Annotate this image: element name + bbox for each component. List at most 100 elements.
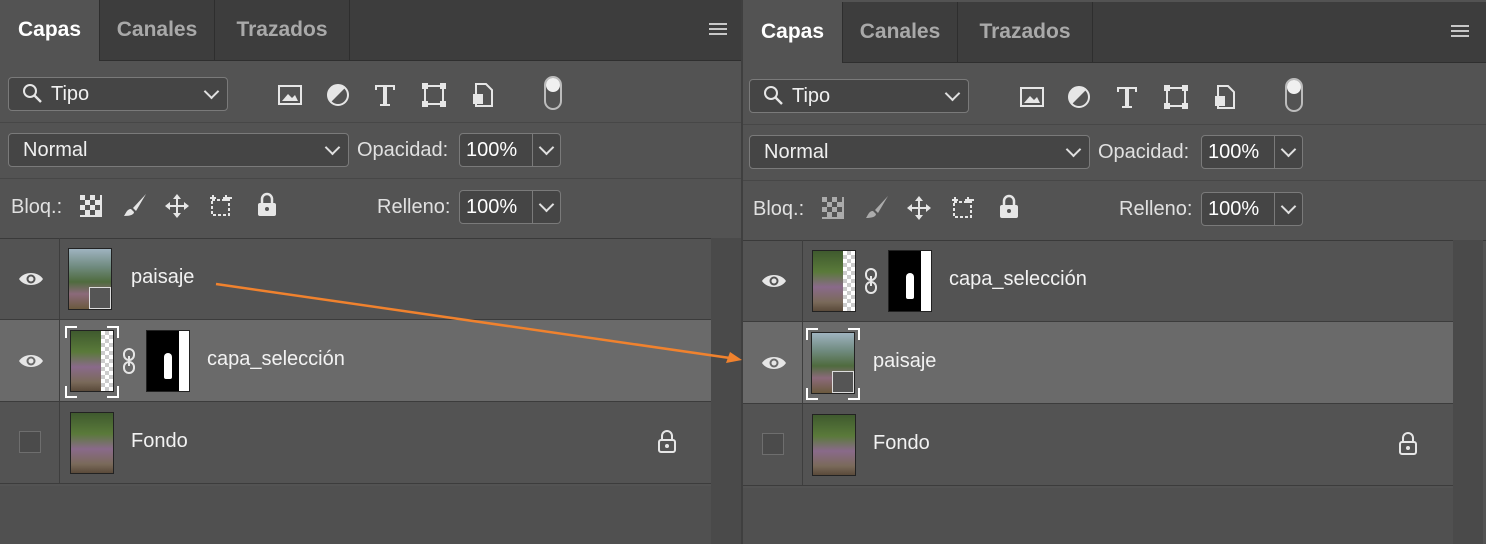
layer-mask-thumbnail[interactable] (146, 330, 190, 392)
visibility-column (0, 320, 60, 401)
layer-row-paisaje[interactable]: paisaje (0, 238, 711, 320)
opacity-label: Opacidad: (357, 139, 449, 161)
chevron-down-icon (203, 83, 220, 100)
filter-kind-select[interactable]: Tipo (749, 79, 969, 113)
tab-trazados[interactable]: Trazados (958, 2, 1093, 62)
tab-capas[interactable]: Capas (0, 0, 100, 61)
layer-name[interactable]: paisaje (131, 236, 194, 318)
shape-layer-filter-icon[interactable] (1163, 84, 1189, 110)
chevron-down-icon (538, 139, 555, 156)
layer-thumbnail (812, 250, 856, 312)
eye-icon[interactable] (18, 270, 44, 288)
eye-icon[interactable] (761, 272, 787, 290)
smart-object-filter-icon[interactable] (1212, 84, 1238, 110)
panel-menu-icon[interactable] (709, 23, 727, 37)
layers-empty-area (743, 488, 1453, 544)
smart-object-filter-icon[interactable] (470, 82, 496, 108)
visibility-column (0, 402, 60, 483)
layer-name[interactable]: Fondo (873, 402, 930, 484)
layer-mask-thumbnail[interactable] (888, 250, 932, 312)
layer-row-capa-seleccion[interactable]: capa_selección (0, 320, 711, 402)
opacity-input[interactable]: 100% (459, 133, 533, 167)
type-layer-filter-icon[interactable] (1114, 84, 1140, 110)
shape-layer-filter-icon[interactable] (421, 82, 447, 108)
opacity-dropdown[interactable] (533, 133, 561, 167)
fill-label: Relleno: (1119, 198, 1193, 220)
lock-all-icon[interactable] (254, 192, 280, 218)
blend-mode-select[interactable]: Normal (749, 135, 1090, 169)
visibility-column (743, 240, 803, 321)
fill-input[interactable]: 100% (459, 190, 533, 224)
lock-label: Bloq.: (11, 196, 63, 218)
lock-artboard-icon[interactable] (950, 195, 976, 221)
adjustment-layer-filter-icon[interactable] (325, 82, 351, 108)
lock-transparent-pixels-icon[interactable] (79, 194, 103, 218)
blend-row: Normal Opacidad: 100% (743, 124, 1486, 181)
filter-toggle-switch[interactable] (1285, 78, 1303, 112)
lock-artboard-icon[interactable] (208, 193, 234, 219)
opacity-label: Opacidad: (1098, 141, 1190, 163)
lock-image-pixels-brush-icon[interactable] (864, 194, 890, 220)
visibility-toggle-empty[interactable] (19, 431, 41, 453)
adjustment-layer-filter-icon[interactable] (1066, 84, 1092, 110)
layer-name[interactable]: paisaje (873, 320, 936, 402)
layers-empty-area (0, 486, 711, 544)
visibility-column (743, 404, 803, 485)
mask-link-icon[interactable] (123, 348, 135, 374)
fill-dropdown[interactable] (533, 190, 561, 224)
lock-label: Bloq.: (753, 198, 805, 220)
layers-scrollbar[interactable] (1453, 240, 1483, 544)
blend-mode-select[interactable]: Normal (8, 133, 349, 167)
layer-name[interactable]: capa_selección (207, 318, 345, 400)
eye-icon[interactable] (761, 354, 787, 372)
layer-thumbnail (70, 412, 114, 474)
chevron-down-icon (1280, 141, 1297, 158)
layer-row-fondo[interactable]: Fondo (743, 404, 1453, 486)
layer-lock-icon (1399, 432, 1417, 455)
layer-row-paisaje[interactable]: paisaje (743, 322, 1453, 404)
fill-label: Relleno: (377, 196, 451, 218)
pixel-layer-filter-icon[interactable] (1019, 84, 1045, 110)
filter-kind-label: Tipo (51, 83, 90, 105)
opacity-dropdown[interactable] (1275, 135, 1303, 169)
visibility-column (0, 238, 60, 319)
eye-icon[interactable] (18, 352, 44, 370)
lock-position-move-icon[interactable] (164, 193, 190, 219)
layer-name[interactable]: Fondo (131, 400, 188, 482)
lock-all-icon[interactable] (996, 194, 1022, 220)
layers-panel-after: Capas Canales Trazados Tipo Normal Opaci… (743, 0, 1486, 544)
visibility-toggle-empty[interactable] (762, 433, 784, 455)
chevron-down-icon (1280, 198, 1297, 215)
lock-row: Bloq.: Relleno: 100% (0, 178, 741, 239)
type-layer-filter-icon[interactable] (372, 82, 398, 108)
mask-link-icon[interactable] (865, 268, 877, 294)
lock-row: Bloq.: Relleno: 100% (743, 180, 1486, 241)
layer-row-capa-seleccion[interactable]: capa_selección (743, 240, 1453, 322)
layers-scrollbar[interactable] (711, 238, 741, 544)
tab-canales[interactable]: Canales (843, 2, 958, 62)
tab-capas[interactable]: Capas (743, 2, 843, 63)
tab-canales[interactable]: Canales (100, 0, 215, 60)
filter-kind-select[interactable]: Tipo (8, 77, 228, 111)
layer-row-fondo[interactable]: Fondo (0, 402, 711, 484)
lock-image-pixels-brush-icon[interactable] (122, 192, 148, 218)
fill-input[interactable]: 100% (1201, 192, 1275, 226)
layer-lock-icon (658, 430, 676, 453)
panel-menu-icon[interactable] (1451, 25, 1469, 39)
chevron-down-icon (324, 139, 341, 156)
fill-dropdown[interactable] (1275, 192, 1303, 226)
pixel-layer-filter-icon[interactable] (277, 82, 303, 108)
filter-toggle-switch[interactable] (544, 76, 562, 110)
lock-transparent-pixels-icon[interactable] (821, 196, 845, 220)
search-icon (764, 86, 783, 105)
tab-trazados[interactable]: Trazados (215, 0, 350, 60)
layers-panel-before: Capas Canales Trazados Tipo Normal Opaci… (0, 0, 741, 544)
search-icon (23, 84, 42, 103)
panel-tab-bar: Capas Canales Trazados (0, 0, 741, 61)
filter-row: Tipo (0, 60, 741, 123)
filter-kind-label: Tipo (792, 85, 831, 107)
opacity-input[interactable]: 100% (1201, 135, 1275, 169)
chevron-down-icon (944, 85, 961, 102)
lock-position-move-icon[interactable] (906, 195, 932, 221)
layer-name[interactable]: capa_selección (949, 238, 1087, 320)
